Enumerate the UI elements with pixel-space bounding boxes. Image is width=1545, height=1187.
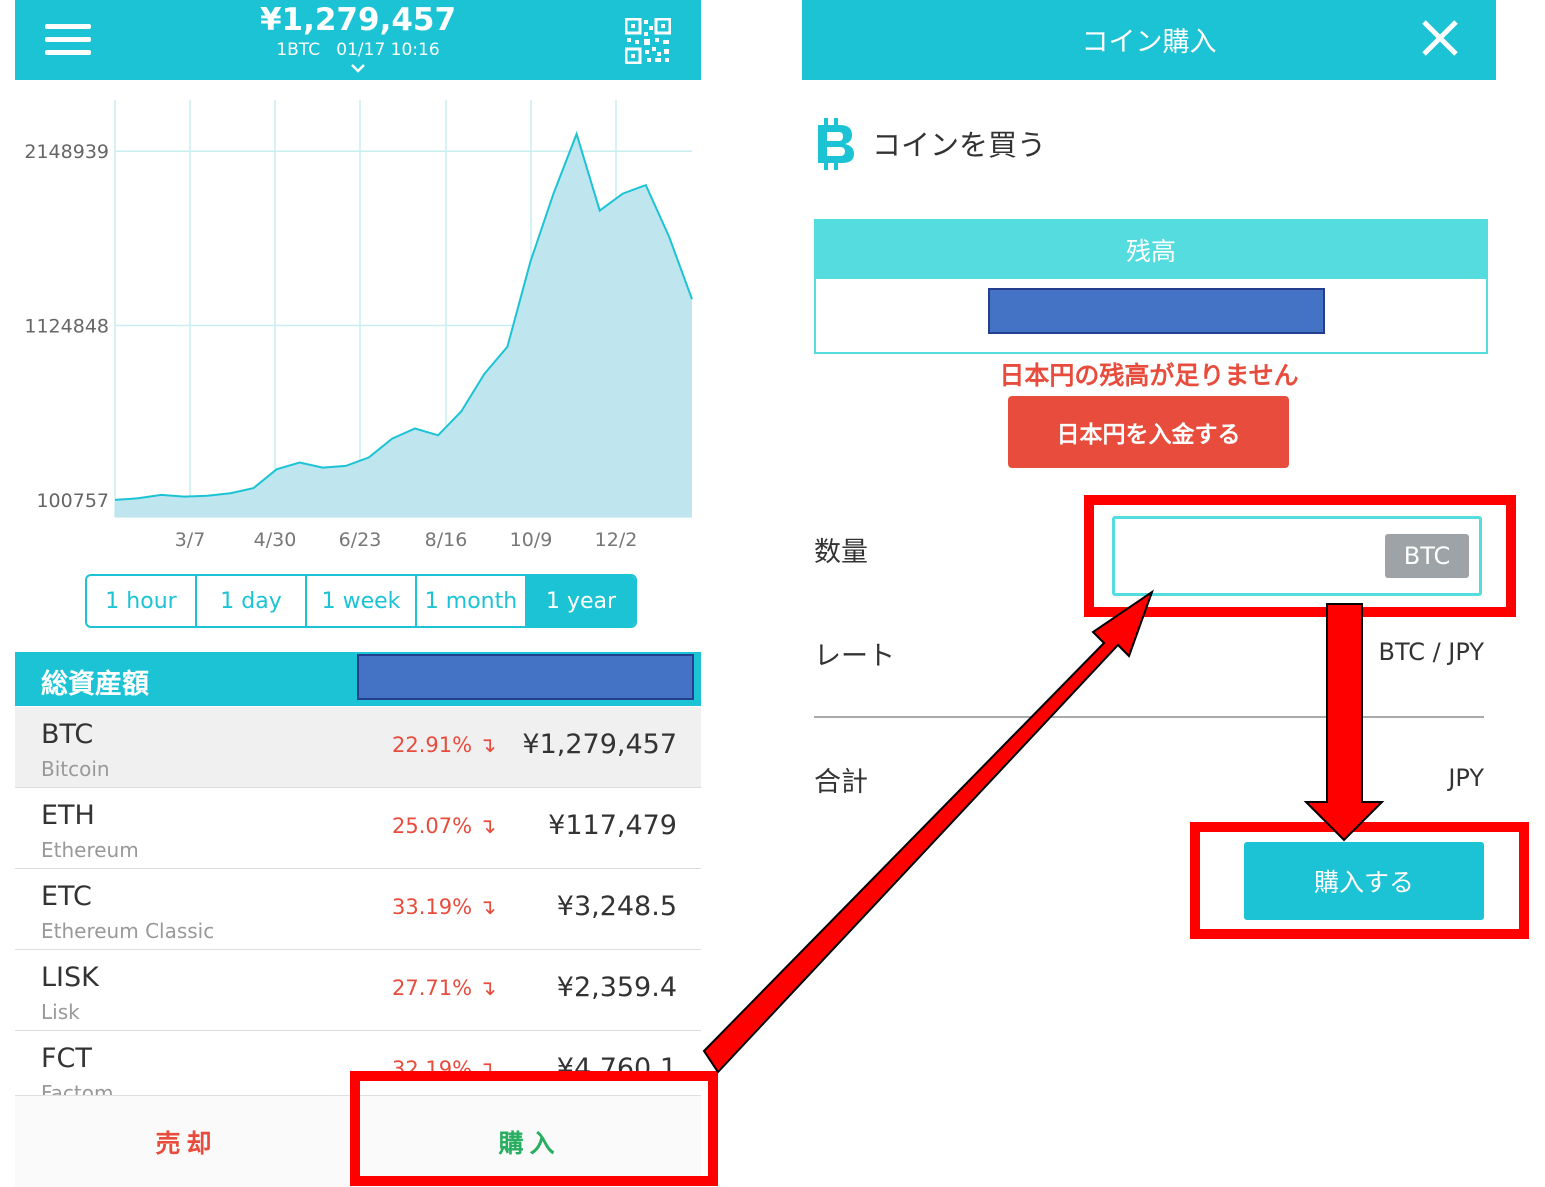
range-1-day-button[interactable]: 1 day: [197, 576, 307, 626]
range-1-year-button[interactable]: 1 year: [527, 576, 635, 626]
bitcoin-icon: [818, 118, 854, 170]
y-tick-label: 2148939: [24, 141, 109, 163]
coin-change: 33.19% ↴: [392, 895, 497, 919]
x-tick-label: 3/7: [175, 529, 206, 551]
x-tick-label: 6/23: [339, 529, 382, 551]
coin-row-lisk[interactable]: LISK Lisk 27.71% ↴ ¥2,359.4: [15, 950, 701, 1031]
coin-price: ¥117,479: [548, 810, 677, 841]
range-1-week-button[interactable]: 1 week: [307, 576, 417, 626]
coin-symbol: ETC: [41, 881, 92, 912]
qr-code-icon[interactable]: [625, 18, 671, 64]
coin-price: ¥2,359.4: [556, 972, 677, 1003]
coin-change: 22.91% ↴: [392, 733, 497, 757]
rate-label: レート: [814, 641, 895, 672]
x-tick-label: 12/2: [595, 529, 638, 551]
total-assets-label: 総資産額: [41, 669, 149, 700]
balance-label: 残高: [816, 221, 1486, 279]
section-title: コインを買う: [872, 128, 1047, 162]
coin-change: 27.71% ↴: [392, 976, 497, 1000]
deposit-jpy-button[interactable]: 日本円を入金する: [1008, 396, 1289, 468]
coin-symbol: FCT: [41, 1043, 92, 1074]
coin-price: ¥3,248.5: [556, 891, 677, 922]
price-chart-svg: 2148939 1124848 100757 3/7 4/30 6/23 8/16 10/9 1…: [24, 100, 693, 551]
y-tick-label: 1124848: [24, 316, 109, 338]
balance-panel: 残高: [814, 219, 1488, 354]
range-1-month-button[interactable]: 1 month: [417, 576, 527, 626]
top-bar: ¥1,279,457 1BTC 01/17 10:16: [15, 0, 701, 80]
x-tick-label: 8/16: [425, 529, 468, 551]
coin-name: Bitcoin: [41, 757, 110, 781]
y-tick-label: 100757: [36, 490, 109, 512]
total-assets-header: 総資産額: [15, 652, 701, 706]
coin-symbol: LISK: [41, 962, 99, 993]
coin-name: Lisk: [41, 1000, 80, 1024]
x-tick-label: 4/30: [254, 529, 297, 551]
coin-name: Ethereum: [41, 838, 139, 862]
coin-row-eth[interactable]: ETH Ethereum 25.07% ↴ ¥117,479: [15, 788, 701, 869]
coin-change: 25.07% ↴: [392, 814, 497, 838]
price-timestamp: 1BTC 01/17 10:16: [276, 40, 440, 60]
highlight-box-submit: [1190, 822, 1529, 939]
x-tick-label: 10/9: [510, 529, 553, 551]
coin-price: ¥1,279,457: [522, 729, 677, 760]
highlight-box-quantity: [1084, 495, 1516, 617]
close-icon[interactable]: [1420, 18, 1460, 58]
coin-symbol: BTC: [41, 719, 94, 750]
coin-row-etc[interactable]: ETC Ethereum Classic 33.19% ↴ ¥3,248.5: [15, 869, 701, 950]
price-chart: 2148939 1124848 100757 3/7 4/30 6/23 8/16 10/9 1…: [15, 90, 701, 560]
range-1-hour-button[interactable]: 1 hour: [87, 576, 197, 626]
rate-unit: BTC / JPY: [1378, 638, 1484, 666]
total-label: 合計: [814, 767, 868, 798]
time-range-selector: 1 hour 1 day 1 week 1 month 1 year: [85, 574, 637, 628]
current-price: ¥1,279,457: [259, 2, 457, 38]
total-unit: JPY: [1448, 764, 1484, 792]
divider: [814, 716, 1484, 718]
market-screen: ¥1,279,457 1BTC 01/17 10:16 2148939 11248…: [15, 0, 701, 1187]
chevron-down-icon[interactable]: [348, 60, 368, 76]
coin-name: Ethereum Classic: [41, 919, 215, 943]
redacted-total-assets: [357, 654, 694, 700]
sell-button[interactable]: 売却: [15, 1096, 358, 1187]
coin-symbol: ETH: [41, 800, 95, 831]
insufficient-balance-warning: 日本円の残高が足りません: [999, 361, 1299, 390]
coin-row-btc[interactable]: BTC Bitcoin 22.91% ↴ ¥1,279,457: [15, 707, 701, 788]
quantity-label: 数量: [814, 537, 868, 568]
redacted-balance: [988, 288, 1325, 334]
highlight-box-buy: [350, 1071, 718, 1186]
screen-title: コイン購入: [1081, 27, 1217, 58]
top-bar: コイン購入: [802, 0, 1496, 80]
